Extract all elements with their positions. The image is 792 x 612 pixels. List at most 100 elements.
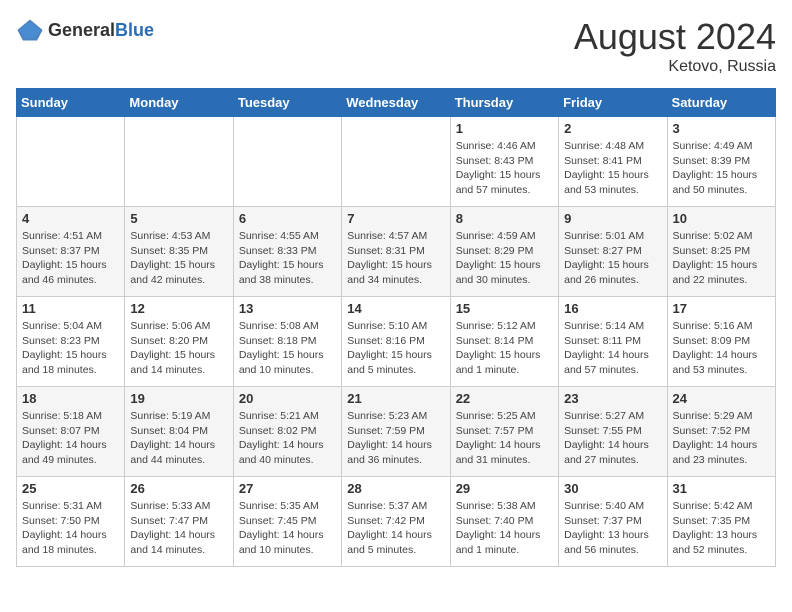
col-saturday: Saturday bbox=[667, 89, 775, 117]
calendar-cell: 4Sunrise: 4:51 AMSunset: 8:37 PMDaylight… bbox=[17, 207, 125, 297]
day-number: 25 bbox=[22, 481, 119, 496]
day-number: 30 bbox=[564, 481, 661, 496]
day-number: 3 bbox=[673, 121, 770, 136]
day-info: Sunrise: 5:35 AMSunset: 7:45 PMDaylight:… bbox=[239, 499, 336, 558]
calendar-cell: 12Sunrise: 5:06 AMSunset: 8:20 PMDayligh… bbox=[125, 297, 233, 387]
calendar-cell: 2 Sunrise: 4:48 AMSunset: 8:41 PMDaylight… bbox=[559, 117, 667, 207]
main-title: August 2024 bbox=[574, 16, 776, 58]
day-info: Sunrise: 5:08 AMSunset: 8:18 PMDaylight:… bbox=[239, 319, 336, 378]
calendar-cell: 14Sunrise: 5:10 AMSunset: 8:16 PMDayligh… bbox=[342, 297, 450, 387]
calendar-cell bbox=[17, 117, 125, 207]
calendar-cell: 11 Sunrise: 5:04 AMSunset: 8:23 PMDayligh… bbox=[17, 297, 125, 387]
col-friday: Friday bbox=[559, 89, 667, 117]
calendar-cell: 25 Sunrise: 5:31 AMSunset: 7:50 PMDayligh… bbox=[17, 477, 125, 567]
day-info: Sunrise: 5:01 AMSunset: 8:27 PMDaylight:… bbox=[564, 229, 661, 288]
calendar-cell: 29Sunrise: 5:38 AMSunset: 7:40 PMDayligh… bbox=[450, 477, 558, 567]
calendar-cell: 17 Sunrise: 5:16 AMSunset: 8:09 PMDayligh… bbox=[667, 297, 775, 387]
logo: GeneralBlue bbox=[16, 16, 154, 44]
logo-text-general: General bbox=[48, 20, 115, 40]
col-monday: Monday bbox=[125, 89, 233, 117]
calendar-cell: 15 Sunrise: 5:12 AMSunset: 8:14 PMDayligh… bbox=[450, 297, 558, 387]
day-number: 18 bbox=[22, 391, 119, 406]
day-info: Sunrise: 4:59 AMSunset: 8:29 PMDaylight:… bbox=[456, 229, 553, 288]
day-number: 6 bbox=[239, 211, 336, 226]
calendar-cell: 18Sunrise: 5:18 AMSunset: 8:07 PMDayligh… bbox=[17, 387, 125, 477]
day-number: 16 bbox=[564, 301, 661, 316]
day-info: Sunrise: 5:38 AMSunset: 7:40 PMDaylight:… bbox=[456, 499, 553, 558]
calendar-cell: 28 Sunrise: 5:37 AMSunset: 7:42 PMDayligh… bbox=[342, 477, 450, 567]
day-number: 10 bbox=[673, 211, 770, 226]
calendar-cell bbox=[233, 117, 341, 207]
day-info: Sunrise: 4:49 AMSunset: 8:39 PMDaylight:… bbox=[673, 139, 770, 198]
day-number: 19 bbox=[130, 391, 227, 406]
day-number: 23 bbox=[564, 391, 661, 406]
day-info: Sunrise: 5:31 AMSunset: 7:50 PMDaylight:… bbox=[22, 499, 119, 558]
calendar-week-3: 11 Sunrise: 5:04 AMSunset: 8:23 PMDayligh… bbox=[17, 297, 776, 387]
calendar-cell: 27 Sunrise: 5:35 AMSunset: 7:45 PMDayligh… bbox=[233, 477, 341, 567]
day-info: Sunrise: 5:02 AMSunset: 8:25 PMDaylight:… bbox=[673, 229, 770, 288]
day-info: Sunrise: 5:23 AMSunset: 7:59 PMDaylight:… bbox=[347, 409, 444, 468]
day-info: Sunrise: 5:06 AMSunset: 8:20 PMDaylight:… bbox=[130, 319, 227, 378]
day-info: Sunrise: 5:12 AMSunset: 8:14 PMDaylight:… bbox=[456, 319, 553, 378]
calendar-week-1: 1 Sunrise: 4:46 AMSunset: 8:43 PMDaylight… bbox=[17, 117, 776, 207]
subtitle: Ketovo, Russia bbox=[574, 58, 776, 76]
day-info: Sunrise: 5:16 AMSunset: 8:09 PMDaylight:… bbox=[673, 319, 770, 378]
day-info: Sunrise: 4:46 AMSunset: 8:43 PMDaylight:… bbox=[456, 139, 553, 198]
calendar-cell: 23 Sunrise: 5:27 AMSunset: 7:55 PMDayligh… bbox=[559, 387, 667, 477]
day-info: Sunrise: 5:29 AMSunset: 7:52 PMDaylight:… bbox=[673, 409, 770, 468]
day-number: 24 bbox=[673, 391, 770, 406]
calendar-cell bbox=[342, 117, 450, 207]
header-row: Sunday Monday Tuesday Wednesday Thursday… bbox=[17, 89, 776, 117]
col-thursday: Thursday bbox=[450, 89, 558, 117]
calendar-cell: 13Sunrise: 5:08 AMSunset: 8:18 PMDayligh… bbox=[233, 297, 341, 387]
calendar-cell: 26Sunrise: 5:33 AMSunset: 7:47 PMDayligh… bbox=[125, 477, 233, 567]
calendar-cell: 20Sunrise: 5:21 AMSunset: 8:02 PMDayligh… bbox=[233, 387, 341, 477]
day-number: 5 bbox=[130, 211, 227, 226]
day-info: Sunrise: 5:37 AMSunset: 7:42 PMDaylight:… bbox=[347, 499, 444, 558]
calendar-cell: 5 Sunrise: 4:53 AMSunset: 8:35 PMDaylight… bbox=[125, 207, 233, 297]
calendar-week-5: 25 Sunrise: 5:31 AMSunset: 7:50 PMDayligh… bbox=[17, 477, 776, 567]
day-number: 15 bbox=[456, 301, 553, 316]
logo-text-blue: Blue bbox=[115, 20, 154, 40]
page-header: GeneralBlue August 2024 Ketovo, Russia bbox=[16, 16, 776, 76]
calendar-cell: 30 Sunrise: 5:40 AMSunset: 7:37 PMDayligh… bbox=[559, 477, 667, 567]
calendar-cell: 19 Sunrise: 5:19 AMSunset: 8:04 PMDayligh… bbox=[125, 387, 233, 477]
calendar-cell: 9 Sunrise: 5:01 AMSunset: 8:27 PMDaylight… bbox=[559, 207, 667, 297]
day-number: 1 bbox=[456, 121, 553, 136]
calendar-week-2: 4Sunrise: 4:51 AMSunset: 8:37 PMDaylight… bbox=[17, 207, 776, 297]
day-number: 4 bbox=[22, 211, 119, 226]
day-number: 2 bbox=[564, 121, 661, 136]
day-number: 21 bbox=[347, 391, 444, 406]
day-number: 9 bbox=[564, 211, 661, 226]
day-number: 28 bbox=[347, 481, 444, 496]
col-tuesday: Tuesday bbox=[233, 89, 341, 117]
day-number: 27 bbox=[239, 481, 336, 496]
calendar-header: Sunday Monday Tuesday Wednesday Thursday… bbox=[17, 89, 776, 117]
day-info: Sunrise: 5:14 AMSunset: 8:11 PMDaylight:… bbox=[564, 319, 661, 378]
day-info: Sunrise: 5:33 AMSunset: 7:47 PMDaylight:… bbox=[130, 499, 227, 558]
day-info: Sunrise: 5:40 AMSunset: 7:37 PMDaylight:… bbox=[564, 499, 661, 558]
col-sunday: Sunday bbox=[17, 89, 125, 117]
day-number: 17 bbox=[673, 301, 770, 316]
day-info: Sunrise: 5:19 AMSunset: 8:04 PMDaylight:… bbox=[130, 409, 227, 468]
calendar-week-4: 18Sunrise: 5:18 AMSunset: 8:07 PMDayligh… bbox=[17, 387, 776, 477]
day-info: Sunrise: 5:27 AMSunset: 7:55 PMDaylight:… bbox=[564, 409, 661, 468]
calendar-cell: 21 Sunrise: 5:23 AMSunset: 7:59 PMDayligh… bbox=[342, 387, 450, 477]
title-block: August 2024 Ketovo, Russia bbox=[574, 16, 776, 76]
day-info: Sunrise: 4:53 AMSunset: 8:35 PMDaylight:… bbox=[130, 229, 227, 288]
day-number: 11 bbox=[22, 301, 119, 316]
day-number: 31 bbox=[673, 481, 770, 496]
day-number: 7 bbox=[347, 211, 444, 226]
logo-icon bbox=[16, 16, 44, 44]
calendar-body: 1 Sunrise: 4:46 AMSunset: 8:43 PMDaylight… bbox=[17, 117, 776, 567]
day-number: 22 bbox=[456, 391, 553, 406]
day-info: Sunrise: 5:04 AMSunset: 8:23 PMDaylight:… bbox=[22, 319, 119, 378]
day-info: Sunrise: 4:48 AMSunset: 8:41 PMDaylight:… bbox=[564, 139, 661, 198]
calendar-cell: 8Sunrise: 4:59 AMSunset: 8:29 PMDaylight… bbox=[450, 207, 558, 297]
calendar-cell: 7Sunrise: 4:57 AMSunset: 8:31 PMDaylight… bbox=[342, 207, 450, 297]
calendar-cell: 24 Sunrise: 5:29 AMSunset: 7:52 PMDayligh… bbox=[667, 387, 775, 477]
day-info: Sunrise: 5:21 AMSunset: 8:02 PMDaylight:… bbox=[239, 409, 336, 468]
calendar-cell: 22Sunrise: 5:25 AMSunset: 7:57 PMDayligh… bbox=[450, 387, 558, 477]
day-info: Sunrise: 5:42 AMSunset: 7:35 PMDaylight:… bbox=[673, 499, 770, 558]
day-info: Sunrise: 5:10 AMSunset: 8:16 PMDaylight:… bbox=[347, 319, 444, 378]
